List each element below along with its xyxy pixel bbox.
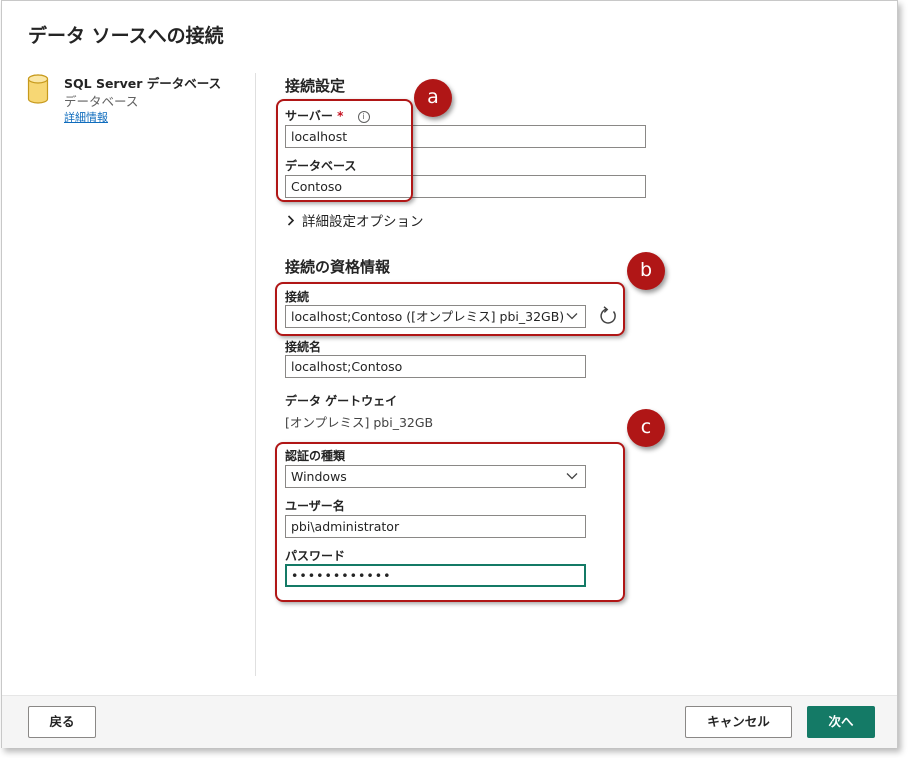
connection-settings-heading: 接続設定	[285, 77, 346, 95]
dialog-footer: 戻る キャンセル 次へ	[2, 695, 897, 748]
annotation-badge-a: a	[414, 79, 452, 117]
database-icon	[27, 74, 49, 104]
learn-more-link[interactable]: 詳細情報	[64, 109, 108, 125]
back-button[interactable]: 戻る	[28, 706, 96, 738]
advanced-options-label: 詳細設定オプション	[302, 214, 424, 230]
annotation-badge-b: b	[627, 252, 665, 290]
connection-name-input[interactable]: localhost;Contoso	[285, 355, 586, 378]
annotation-box-c	[275, 442, 625, 602]
source-name: SQL Server データベース	[64, 76, 222, 91]
gateway-value: [オンプレミス] pbi_32GB	[285, 415, 434, 430]
dialog-title: データ ソースへの接続	[28, 25, 224, 47]
cancel-button[interactable]: キャンセル	[685, 706, 792, 738]
annotation-badge-c: c	[627, 409, 665, 447]
annotation-box-b	[275, 282, 625, 336]
connection-name-label: 接続名	[285, 340, 322, 354]
source-type: データベース	[64, 94, 139, 109]
advanced-options-toggle[interactable]: 詳細設定オプション	[286, 210, 424, 230]
chevron-right-icon	[287, 215, 295, 226]
connect-dialog: データ ソースへの接続 SQL Server データベース データベース 詳細情…	[1, 0, 898, 748]
annotation-box-a	[276, 99, 413, 202]
panel-divider	[255, 73, 256, 676]
next-button[interactable]: 次へ	[807, 706, 875, 738]
credentials-heading: 接続の資格情報	[285, 258, 391, 276]
gateway-label: データ ゲートウェイ	[285, 394, 398, 408]
